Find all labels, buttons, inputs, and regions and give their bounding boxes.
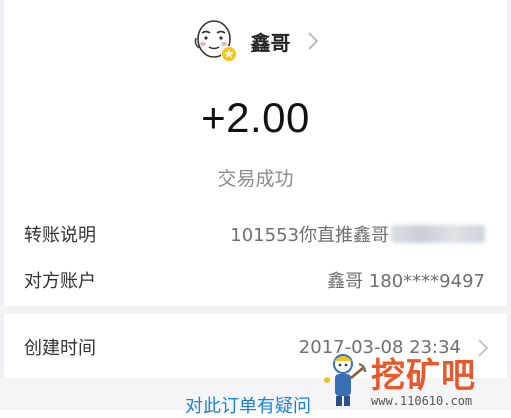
payee-header[interactable]: 鑫哥: [0, 14, 511, 68]
avatar[interactable]: [193, 18, 239, 64]
watermark-url: www.110610.com: [371, 394, 473, 408]
redacted-text: [391, 225, 485, 243]
transaction-amount: +2.00: [201, 94, 310, 141]
created-time-label: 创建时间: [24, 338, 96, 359]
counterparty-value: 鑫哥 180****9497: [327, 271, 485, 292]
watermark: 挖矿吧 www.110610.com: [323, 348, 503, 410]
transfer-note-row: 转账说明 101553你直推鑫哥: [0, 216, 511, 252]
transfer-note-text: 101553你直推鑫哥: [230, 225, 389, 246]
counterparty-label: 对方账户: [24, 271, 96, 292]
transaction-status: 交易成功: [217, 168, 294, 190]
order-question-link[interactable]: 对此订单有疑问: [185, 392, 311, 418]
section-divider: [0, 306, 511, 314]
payee-name: 鑫哥: [250, 30, 291, 55]
transfer-note-label: 转账说明: [24, 225, 96, 246]
star-badge-icon: [220, 46, 237, 62]
transfer-note-value: 101553你直推鑫哥: [230, 221, 485, 247]
watermark-title: 挖矿吧: [371, 356, 476, 396]
counterparty-row: 对方账户 鑫哥 180****9497: [0, 262, 511, 298]
miner-mascot-icon: [324, 354, 367, 406]
chevron-right-icon: [307, 32, 318, 50]
